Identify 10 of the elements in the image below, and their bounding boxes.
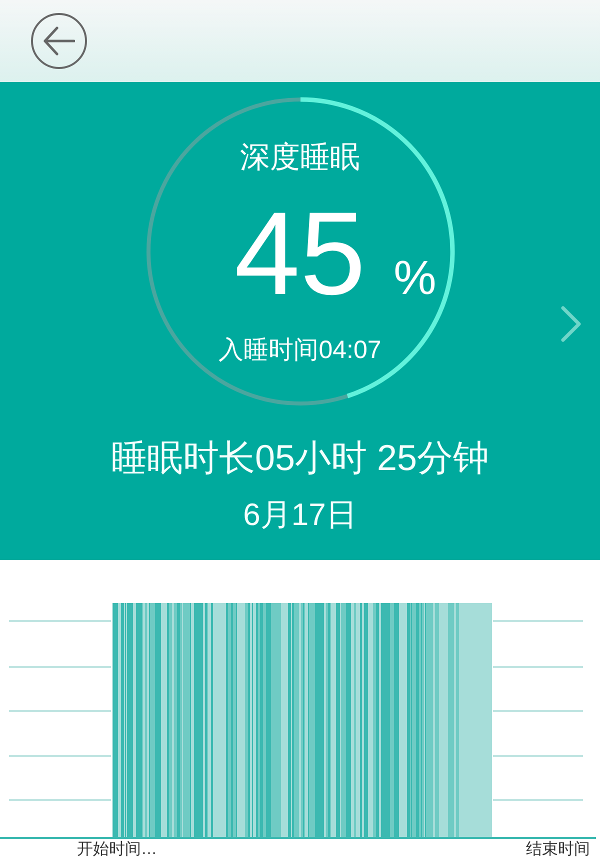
back-icon (43, 26, 75, 56)
sleep-duration: 睡眠时长05小时 25分钟 (110, 438, 490, 478)
date-label: 6月17日 (243, 497, 357, 533)
end-time-label: 结束时间 (526, 840, 590, 860)
back-button[interactable] (31, 13, 87, 69)
start-time-label: 开始时间… (77, 840, 157, 860)
percent-sign: % (394, 255, 436, 303)
sleep-onset-time: 入睡时间04:07 (218, 336, 382, 364)
percent-value: 45 (234, 194, 366, 314)
stage-label: 深度睡眠 (240, 141, 360, 175)
